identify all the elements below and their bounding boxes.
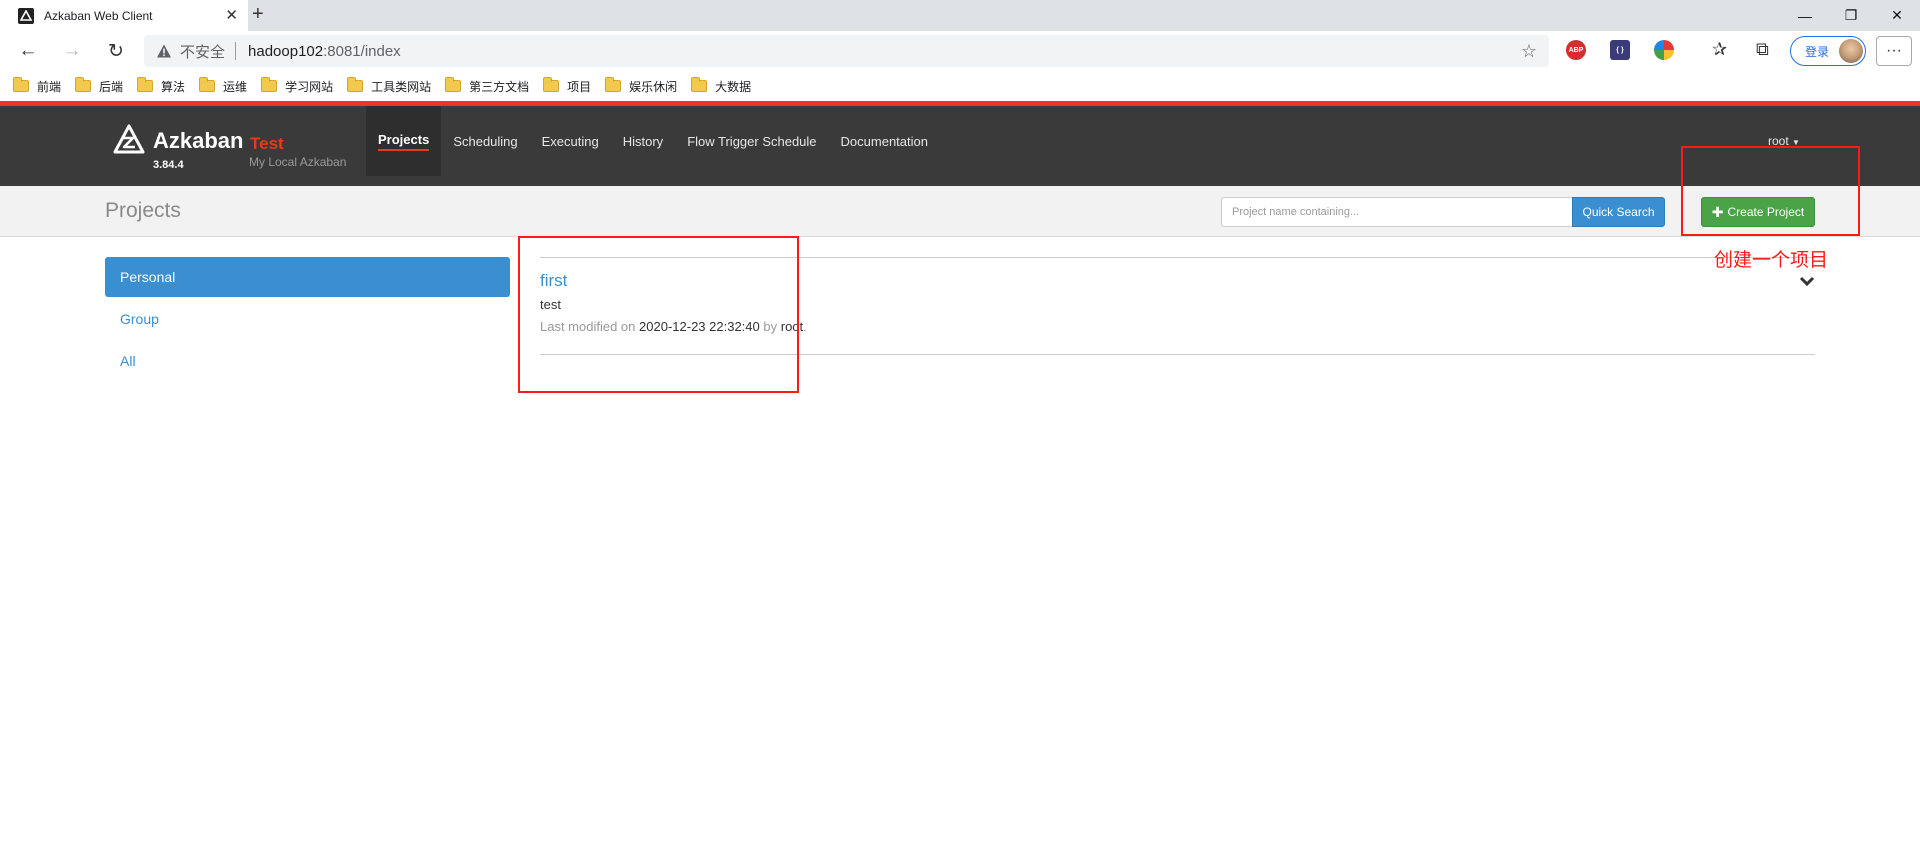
- folder-icon: [347, 77, 364, 92]
- azkaban-page: Azkaban Test 3.84.4 My Local Azkaban Pro…: [0, 101, 1920, 848]
- folder-icon: [445, 77, 462, 92]
- adblock-extension-icon[interactable]: ABP: [1566, 40, 1586, 60]
- bookmark-label: 后端: [99, 79, 124, 94]
- new-tab-icon[interactable]: +: [252, 3, 264, 26]
- nav-item-label: Executing: [541, 133, 599, 149]
- nav-item-projects[interactable]: Projects: [366, 106, 442, 176]
- folder-icon: [691, 77, 708, 92]
- bookmark-item[interactable]: 工具类网站: [347, 71, 431, 101]
- brand-version: 3.84.4: [153, 159, 184, 171]
- browser-toolbar: ← → ↻ 不安全 hadoop102:8081/index ☆ ABP { }…: [0, 31, 1920, 71]
- chevron-down-icon[interactable]: [1799, 275, 1815, 287]
- bookmark-item[interactable]: 学习网站: [261, 71, 333, 101]
- bookmark-label: 算法: [161, 79, 186, 94]
- sidebar-item-all[interactable]: All: [105, 341, 510, 381]
- folder-icon: [13, 77, 29, 92]
- folder-icon: [605, 77, 622, 92]
- browser-tab[interactable]: Azkaban Web Client ✕: [0, 0, 248, 31]
- bookmarks-bar: 前端 后端 算法 运维 学习网站 工具类网站 第三方文档 项目 娱乐休闲 大数据: [0, 71, 1920, 101]
- window-close-icon[interactable]: ✕: [1874, 0, 1920, 31]
- refresh-icon[interactable]: ↻: [102, 37, 130, 65]
- nav-item-history[interactable]: History: [611, 106, 675, 176]
- nav-item-label: History: [622, 133, 664, 149]
- brand-name: Azkaban: [153, 128, 244, 153]
- bookmark-item[interactable]: 前端: [13, 71, 61, 101]
- window-controls: — ❐ ✕: [1782, 0, 1920, 31]
- bookmark-item[interactable]: 运维: [199, 71, 247, 101]
- azkaban-favicon-icon: [18, 7, 34, 24]
- folder-icon: [137, 77, 154, 92]
- login-button[interactable]: 登录: [1790, 36, 1866, 66]
- page-header: Projects Quick Search ✚ Create Project: [0, 186, 1920, 237]
- url-host: hadoop102: [248, 42, 324, 60]
- restore-icon[interactable]: ❐: [1828, 0, 1874, 31]
- nav-item-label: Documentation: [840, 133, 928, 149]
- folder-icon: [261, 77, 278, 92]
- tab-close-icon[interactable]: ✕: [225, 6, 238, 24]
- favorites-list-icon[interactable]: ✰: [1712, 39, 1727, 60]
- nav-item-label: Scheduling: [453, 133, 518, 149]
- bracket-extension-icon[interactable]: { }: [1610, 40, 1630, 60]
- bookmark-item[interactable]: 大数据: [691, 71, 751, 101]
- annotation-box-project: [518, 236, 799, 393]
- nav-item-label: Flow Trigger Schedule: [687, 133, 817, 149]
- annotation-label: 创建一个项目: [1714, 250, 1829, 271]
- bookmark-item[interactable]: 娱乐休闲: [605, 71, 677, 101]
- address-bar[interactable]: 不安全 hadoop102:8081/index ☆: [144, 35, 1549, 67]
- url-path: :8081/index: [323, 42, 401, 60]
- bookmark-label: 项目: [567, 79, 592, 94]
- folder-icon: [199, 77, 216, 92]
- forward-arrow-icon[interactable]: →: [58, 37, 86, 65]
- insecure-label: 不安全: [180, 43, 226, 61]
- sidebar-item-group[interactable]: Group: [105, 299, 510, 339]
- page-title: Projects: [105, 199, 181, 222]
- bookmark-item[interactable]: 后端: [75, 71, 123, 101]
- azkaban-logo-icon: [113, 124, 145, 154]
- nav-item-scheduling[interactable]: Scheduling: [441, 106, 529, 176]
- bookmark-label: 大数据: [715, 79, 752, 94]
- browser-menu-icon[interactable]: ···: [1876, 36, 1912, 66]
- bookmark-label: 工具类网站: [371, 79, 432, 94]
- nav-item-flow-trigger-schedule[interactable]: Flow Trigger Schedule: [675, 106, 828, 176]
- bookmark-label: 娱乐休闲: [629, 79, 678, 94]
- address-separator: [235, 42, 237, 60]
- bookmark-item[interactable]: 第三方文档: [445, 71, 529, 101]
- warning-icon: [157, 44, 171, 58]
- browser-tabstrip: Azkaban Web Client ✕ + — ❐ ✕: [0, 0, 1920, 31]
- back-arrow-icon[interactable]: ←: [14, 37, 42, 65]
- brand-env: Test: [250, 134, 284, 153]
- brand-subtitle: My Local Azkaban: [249, 155, 347, 169]
- minimize-icon[interactable]: —: [1782, 0, 1828, 31]
- bookmark-item[interactable]: 项目: [543, 71, 591, 101]
- bookmark-label: 运维: [223, 79, 248, 94]
- bookmark-label: 第三方文档: [469, 79, 530, 94]
- avatar: [1839, 39, 1863, 63]
- color-extension-icon[interactable]: [1654, 40, 1674, 60]
- quick-search-button[interactable]: Quick Search: [1572, 197, 1665, 227]
- login-label: 登录: [1805, 44, 1830, 59]
- modified-end: .: [803, 319, 807, 334]
- project-search-input[interactable]: [1221, 197, 1572, 227]
- sidebar-item-personal[interactable]: Personal: [105, 257, 510, 297]
- nav-item-label: Projects: [378, 132, 430, 151]
- bookmark-item[interactable]: 算法: [137, 71, 185, 101]
- nav-item-documentation[interactable]: Documentation: [829, 106, 940, 176]
- azkaban-navbar: Azkaban Test 3.84.4 My Local Azkaban Pro…: [0, 101, 1920, 186]
- main-nav: Projects Scheduling Executing History Flow T…: [366, 106, 940, 176]
- nav-item-executing[interactable]: Executing: [530, 106, 611, 176]
- folder-icon: [75, 77, 92, 92]
- project-filter-sidebar: Personal Group All: [105, 257, 510, 383]
- tab-title: Azkaban Web Client: [44, 8, 153, 23]
- folder-icon: [543, 77, 560, 92]
- favorite-star-icon[interactable]: ☆: [1521, 41, 1537, 62]
- bookmark-label: 学习网站: [285, 79, 334, 94]
- annotation-box-create: [1681, 146, 1860, 236]
- bookmark-label: 前端: [37, 79, 62, 94]
- collections-icon[interactable]: ⧉: [1756, 39, 1769, 60]
